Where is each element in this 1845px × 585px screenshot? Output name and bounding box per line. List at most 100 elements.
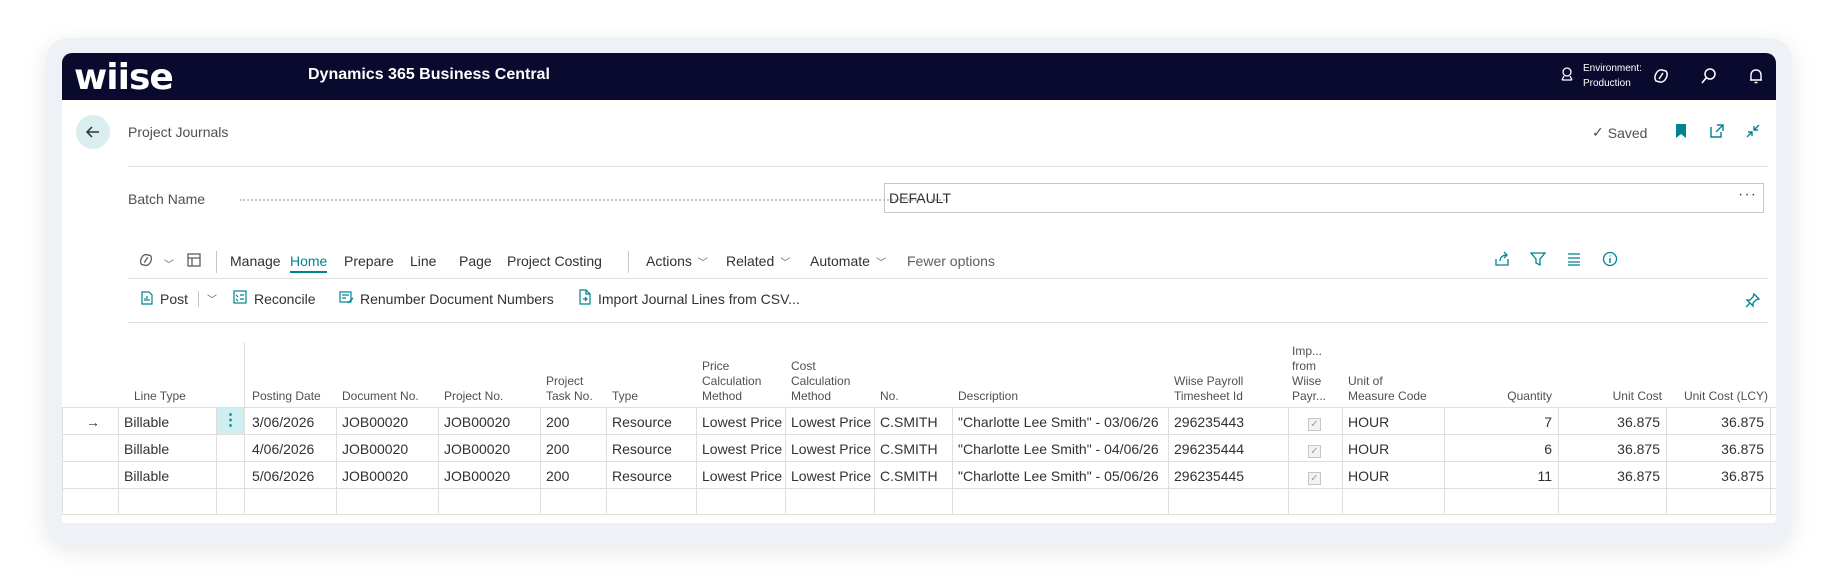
cell-quantity[interactable]: 7 xyxy=(1442,408,1558,435)
cell-price-method[interactable]: Lowest Price xyxy=(696,435,784,462)
header-posting-date[interactable]: Posting Date xyxy=(252,389,321,404)
cell-task-no[interactable]: 200 xyxy=(540,462,604,489)
cell-project-no[interactable]: JOB00020 xyxy=(438,435,538,462)
header-type[interactable]: Type xyxy=(612,389,638,404)
line-tab[interactable]: Line xyxy=(410,253,436,269)
cell-cost-method[interactable]: Lowest Price xyxy=(785,408,873,435)
header-document-no[interactable]: Document No. xyxy=(342,389,419,404)
prepare-tab[interactable]: Prepare xyxy=(344,253,394,269)
cell-unit-cost[interactable]: 36.875 xyxy=(1558,408,1666,435)
cell-line-type[interactable]: Billable xyxy=(118,462,216,489)
cell-no[interactable]: C.SMITH xyxy=(874,462,950,489)
cell-no[interactable]: C.SMITH xyxy=(874,435,950,462)
row-actions-button[interactable]: ⋮ xyxy=(217,408,244,435)
header-unit-of-measure-code[interactable]: Unit of Measure Code xyxy=(1348,374,1427,404)
cell-type[interactable]: Resource xyxy=(606,462,694,489)
app-title[interactable]: Dynamics 365 Business Central xyxy=(308,66,550,84)
cell-type[interactable]: Resource xyxy=(606,435,694,462)
project-costing-tab[interactable]: Project Costing xyxy=(507,253,602,269)
pin-icon[interactable] xyxy=(1743,290,1763,310)
cell-project-no[interactable]: JOB00020 xyxy=(438,408,538,435)
filter-icon[interactable] xyxy=(1529,251,1547,270)
header-unit-cost-lcy[interactable]: Unit Cost (LCY) xyxy=(1662,389,1768,404)
home-tab[interactable]: Home xyxy=(290,253,328,273)
chevron-down-icon[interactable]: ﹀ xyxy=(207,291,217,306)
header-no[interactable]: No. xyxy=(880,389,899,404)
cell-document-no[interactable]: JOB00020 xyxy=(336,462,436,489)
reconcile-button[interactable]: Reconcile xyxy=(232,289,315,308)
cell-description[interactable]: "Charlotte Lee Smith" - 03/06/26 xyxy=(952,408,1168,435)
cell-quantity[interactable]: 6 xyxy=(1442,435,1558,462)
back-button[interactable] xyxy=(76,115,110,149)
table-row-empty[interactable] xyxy=(62,488,1776,515)
header-unit-cost[interactable]: Unit Cost xyxy=(1592,389,1662,404)
header-description[interactable]: Description xyxy=(958,389,1018,404)
cell-cost-method[interactable]: Lowest Price xyxy=(785,435,873,462)
cell-price-method[interactable]: Lowest Price xyxy=(696,408,784,435)
notifications-bell-icon[interactable] xyxy=(1745,65,1767,87)
manage-tab[interactable]: Manage xyxy=(230,253,281,269)
cell-unit-cost-lcy[interactable]: 36.875 xyxy=(1666,462,1770,489)
cell-type[interactable]: Resource xyxy=(606,408,694,435)
related-menu[interactable]: Related ﹀ xyxy=(726,253,790,269)
list-view-icon[interactable] xyxy=(1566,251,1582,270)
cell-quantity[interactable]: 11 xyxy=(1442,462,1558,489)
cell-unit-cost[interactable]: 36.875 xyxy=(1558,435,1666,462)
cell-posting-date[interactable]: 3/06/2026 xyxy=(246,408,334,435)
cell-line-type[interactable]: Billable xyxy=(118,408,216,435)
cell-unit-cost-lcy[interactable]: 36.875 xyxy=(1666,408,1770,435)
header-wiise-payroll-timesheet-id[interactable]: Wiise Payroll Timesheet Id xyxy=(1174,374,1243,404)
fewer-options-button[interactable]: Fewer options xyxy=(907,253,995,269)
batch-name-field[interactable]: DEFAULT ··· xyxy=(884,183,1764,213)
cell-unit-cost[interactable]: 36.875 xyxy=(1558,462,1666,489)
cell-project-no[interactable]: JOB00020 xyxy=(438,462,538,489)
bookmark-icon[interactable] xyxy=(1671,121,1691,141)
open-new-window-icon[interactable] xyxy=(1707,121,1727,141)
batch-lookup-button[interactable]: ··· xyxy=(1738,186,1757,204)
page-tab[interactable]: Page xyxy=(459,253,492,269)
cell-uom[interactable]: HOUR xyxy=(1342,408,1442,435)
cell-unit-cost-lcy[interactable]: 36.875 xyxy=(1666,435,1770,462)
cell-timesheet-id[interactable]: 296235445 xyxy=(1168,462,1286,489)
table-row[interactable]: Billable 5/06/2026 JOB00020 JOB00020 200… xyxy=(62,461,1776,488)
cell-timesheet-id[interactable]: 296235443 xyxy=(1168,408,1286,435)
header-cost-calculation-method[interactable]: Cost Calculation Method xyxy=(791,359,850,404)
cell-task-no[interactable]: 200 xyxy=(540,435,604,462)
share-icon[interactable] xyxy=(1494,251,1510,270)
cell-posting-date[interactable]: 4/06/2026 xyxy=(246,435,334,462)
copilot-icon[interactable] xyxy=(1650,65,1672,87)
header-line-type[interactable]: Line Type xyxy=(134,389,186,404)
cell-description[interactable]: "Charlotte Lee Smith" - 04/06/26 xyxy=(952,435,1168,462)
search-icon[interactable] xyxy=(1698,65,1720,87)
cell-posting-date[interactable]: 5/06/2026 xyxy=(246,462,334,489)
header-project-no[interactable]: Project No. xyxy=(444,389,503,404)
copilot-menu-button[interactable]: ﹀ xyxy=(138,252,174,271)
cell-no[interactable]: C.SMITH xyxy=(874,408,950,435)
cell-uom[interactable]: HOUR xyxy=(1342,435,1442,462)
renumber-document-numbers-button[interactable]: Renumber Document Numbers xyxy=(338,289,554,308)
cell-cost-method[interactable]: Lowest Price xyxy=(785,462,873,489)
personalize-page-button[interactable] xyxy=(186,252,202,271)
cell-price-method[interactable]: Lowest Price xyxy=(696,462,784,489)
cell-timesheet-id[interactable]: 296235444 xyxy=(1168,435,1286,462)
table-row[interactable]: → Billable ⋮ 3/06/2026 JOB00020 JOB00020… xyxy=(62,407,1776,435)
cell-task-no[interactable]: 200 xyxy=(540,408,604,435)
header-project-task-no[interactable]: Project Task No. xyxy=(546,374,593,404)
cell-description[interactable]: "Charlotte Lee Smith" - 05/06/26 xyxy=(952,462,1168,489)
collapse-icon[interactable] xyxy=(1743,121,1763,141)
environment-indicator[interactable]: Environment: Production xyxy=(1559,61,1642,91)
actions-menu[interactable]: Actions ﹀ xyxy=(646,253,708,269)
cell-document-no[interactable]: JOB00020 xyxy=(336,408,436,435)
cell-document-no[interactable]: JOB00020 xyxy=(336,435,436,462)
automate-menu[interactable]: Automate ﹀ xyxy=(810,253,886,269)
cell-line-type[interactable]: Billable xyxy=(118,435,216,462)
header-imported-from-wiise-payroll[interactable]: Imp... from Wiise Payr... xyxy=(1292,344,1326,404)
header-quantity[interactable]: Quantity xyxy=(1482,389,1552,404)
cell-uom[interactable]: HOUR xyxy=(1342,462,1442,489)
post-button[interactable]: Post ﹀ xyxy=(140,289,217,308)
info-icon[interactable] xyxy=(1602,251,1618,270)
header-price-calculation-method[interactable]: Price Calculation Method xyxy=(702,359,761,404)
table-row[interactable]: Billable 4/06/2026 JOB00020 JOB00020 200… xyxy=(62,434,1776,461)
wiise-logo[interactable]: wiise xyxy=(74,57,174,98)
import-journal-lines-button[interactable]: Import Journal Lines from CSV... xyxy=(578,289,800,308)
